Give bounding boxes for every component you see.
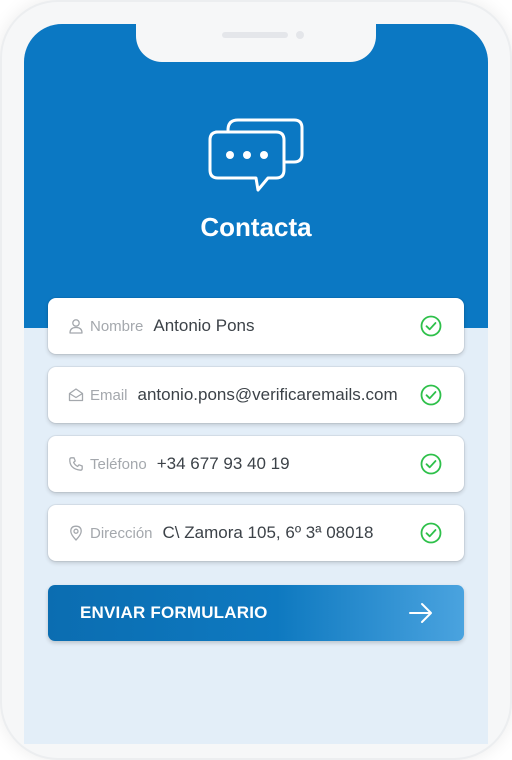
user-icon	[68, 318, 84, 334]
chat-bubbles-icon	[208, 118, 304, 192]
address-field[interactable]: Dirección C\ Zamora 105, 6º 3ª 08018	[48, 505, 464, 561]
check-circle-icon	[420, 384, 442, 406]
phone-field[interactable]: Teléfono +34 677 93 40 19	[48, 436, 464, 492]
phone-notch	[136, 24, 376, 62]
front-camera	[296, 31, 304, 39]
name-field[interactable]: Nombre Antonio Pons	[48, 298, 464, 354]
address-label: Dirección	[90, 524, 153, 542]
phone-icon	[68, 456, 84, 472]
speaker-grille	[222, 32, 288, 38]
check-circle-icon	[420, 315, 442, 337]
name-label: Nombre	[90, 317, 144, 335]
phone-label: Teléfono	[90, 455, 147, 473]
email-value[interactable]: antonio.pons@verificaremails.com	[138, 385, 398, 405]
check-circle-icon	[420, 453, 442, 475]
name-value[interactable]: Antonio Pons	[153, 316, 254, 336]
submit-label: ENVIAR FORMULARIO	[80, 603, 268, 622]
submit-button[interactable]: ENVIAR FORMULARIO	[48, 585, 464, 641]
location-pin-icon	[68, 525, 84, 541]
email-field[interactable]: Email antonio.pons@verificaremails.com	[48, 367, 464, 423]
page-title: Contacta	[200, 212, 312, 242]
check-circle-icon	[420, 522, 442, 544]
envelope-icon	[68, 387, 84, 403]
address-value[interactable]: C\ Zamora 105, 6º 3ª 08018	[163, 523, 374, 543]
email-label: Email	[90, 386, 128, 404]
arrow-right-icon	[409, 603, 432, 623]
phone-value[interactable]: +34 677 93 40 19	[157, 454, 290, 474]
